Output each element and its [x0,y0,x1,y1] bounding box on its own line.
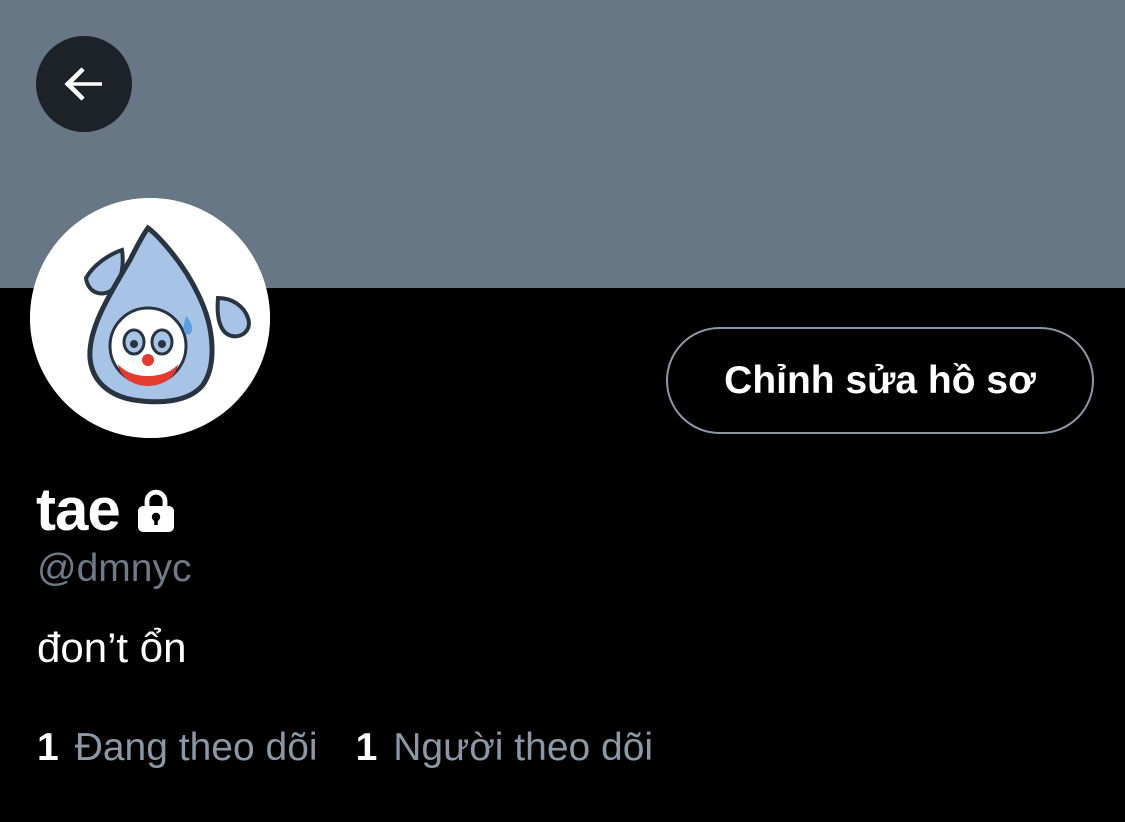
avatar[interactable] [30,198,270,438]
following-link[interactable]: 1 Đang theo dõi [37,726,318,770]
following-count: 1 [37,726,59,769]
edit-profile-button[interactable]: Chỉnh sửa hồ sơ [666,327,1094,434]
lock-icon [132,487,180,535]
followers-label: Người theo dõi [393,726,654,769]
back-button[interactable] [36,36,132,132]
sweat-drop-clown-avatar-icon [30,198,270,438]
arrow-left-icon [64,67,102,101]
bio: đon’t ổn [37,624,187,671]
follow-stats: 1 Đang theo dõi 1 Người theo dõi [37,726,653,770]
user-handle: @dmnyc [37,547,192,590]
display-name-row: tae [36,474,180,544]
display-name: tae [36,475,121,543]
followers-link[interactable]: 1 Người theo dõi [356,726,654,770]
followers-count: 1 [355,726,378,769]
following-label: Đang theo dõi [74,726,318,769]
